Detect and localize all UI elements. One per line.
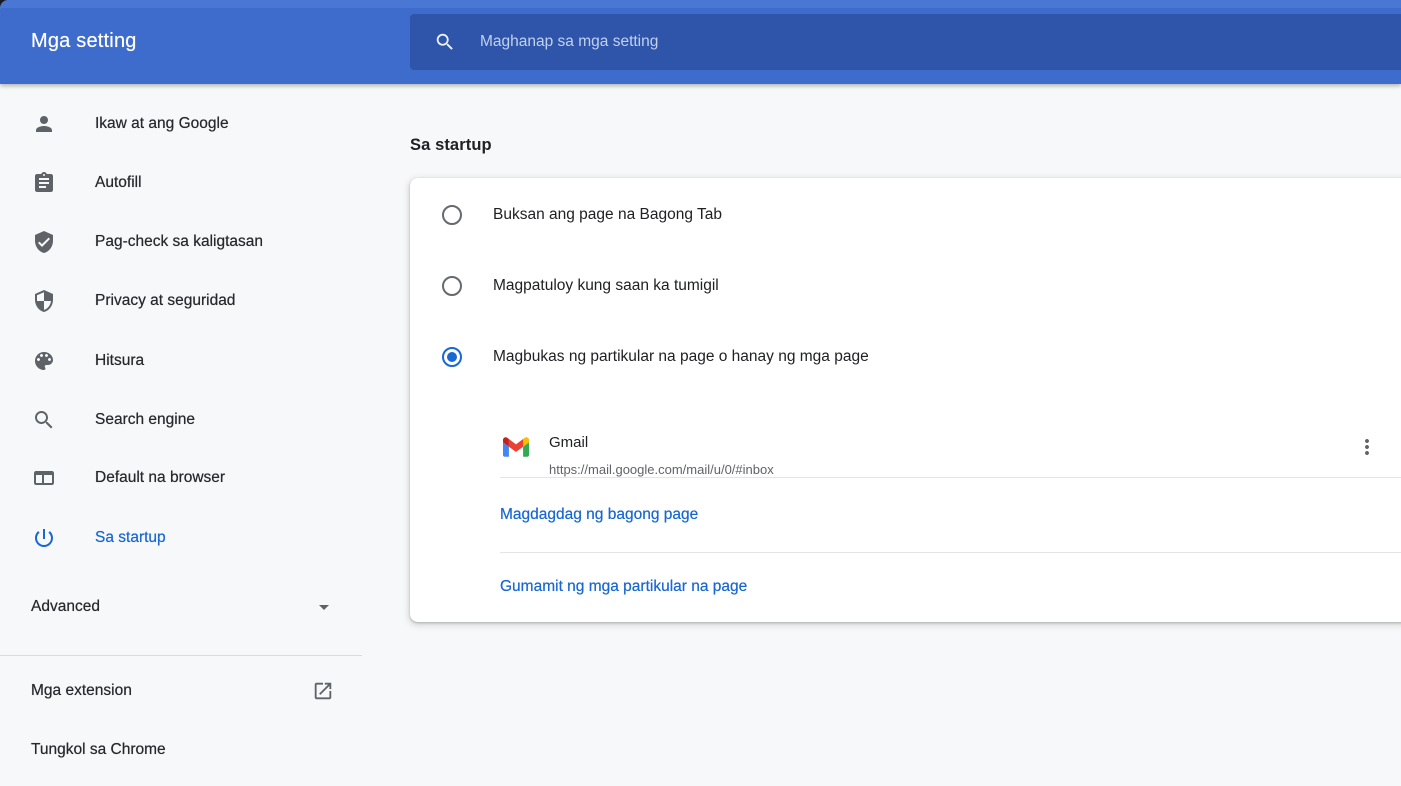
add-new-page-row: Magdagdag ng bagong page [410, 477, 1401, 552]
header: Mga setting [0, 0, 1401, 84]
sidebar-item-privacy[interactable]: Privacy at seguridad [0, 281, 362, 321]
sidebar-item-appearance[interactable]: Hitsura [0, 341, 362, 381]
more-vert-icon [1355, 435, 1379, 459]
sidebar-item-label: Mga extension [31, 682, 132, 700]
page-url-text: https://mail.google.com/mail/u/0/#inbox [549, 462, 774, 477]
clipboard-icon [32, 171, 56, 195]
sidebar-item-advanced[interactable]: Advanced [0, 587, 362, 627]
sidebar-item-search-engine[interactable]: Search engine [0, 400, 362, 440]
sidebar-item-default-browser[interactable]: Default na browser [0, 458, 362, 498]
startup-page-row: Gmail https://mail.google.com/mail/u/0/#… [410, 400, 1401, 477]
palette-icon [32, 349, 56, 373]
sidebar-item-label: Tungkol sa Chrome [31, 741, 166, 759]
sidebar-item-label: Autofill [95, 174, 142, 192]
search-icon [434, 31, 456, 53]
browser-icon [32, 466, 56, 490]
page-title: Mga setting [31, 30, 137, 53]
person-icon [32, 112, 56, 136]
magnifier-icon [32, 408, 56, 432]
radio-button[interactable] [442, 276, 462, 296]
radio-option-open-new-tab[interactable]: Buksan ang page na Bagong Tab [410, 191, 1401, 239]
sidebar-item-autofill[interactable]: Autofill [0, 163, 362, 203]
search-input[interactable] [478, 14, 1381, 70]
radio-button[interactable] [442, 347, 462, 367]
chevron-down-icon [312, 595, 336, 619]
more-actions-button[interactable] [1355, 435, 1379, 459]
startup-settings-card: Buksan ang page na Bagong Tab Magpatuloy… [410, 178, 1401, 622]
gmail-favicon [503, 437, 529, 457]
radio-option-open-specific-pages[interactable]: Magbukas ng partikular na page o hanay n… [410, 333, 1401, 381]
add-new-page-button[interactable]: Magdagdag ng bagong page [500, 506, 698, 524]
use-current-pages-row: Gumamit ng mga partikular na page [410, 552, 1401, 622]
sidebar-item-label: Hitsura [95, 352, 144, 370]
sidebar-item-label: Privacy at seguridad [95, 292, 235, 310]
settings-search[interactable] [410, 14, 1401, 70]
shield-check-icon [32, 230, 56, 254]
power-icon [32, 526, 56, 550]
sidebar-item-extensions[interactable]: Mga extension [0, 671, 362, 711]
sidebar-item-label: Default na browser [95, 469, 225, 487]
radio-option-label: Buksan ang page na Bagong Tab [493, 206, 722, 224]
sidebar-divider [0, 655, 362, 656]
radio-option-continue-where-left-off[interactable]: Magpatuloy kung saan ka tumigil [410, 262, 1401, 310]
sidebar-item-safety-check[interactable]: Pag-check sa kaligtasan [0, 222, 362, 262]
sidebar-item-label: Sa startup [95, 529, 166, 547]
main-content: Sa startup Buksan ang page na Bagong Tab… [380, 84, 1401, 786]
radio-option-label: Magpatuloy kung saan ka tumigil [493, 277, 719, 295]
sidebar-item-label: Pag-check sa kaligtasan [95, 233, 263, 251]
sidebar-item-label: Ikaw at ang Google [95, 115, 229, 133]
window-titlebar [0, 0, 1401, 8]
sidebar-item-you-and-google[interactable]: Ikaw at ang Google [0, 104, 362, 144]
section-title: Sa startup [410, 136, 492, 155]
sidebar: Ikaw at ang Google Autofill Pag-check sa… [0, 84, 380, 786]
shield-half-icon [32, 289, 56, 313]
use-current-pages-button[interactable]: Gumamit ng mga partikular na page [500, 578, 747, 596]
open-in-new-icon [312, 680, 334, 702]
sidebar-item-label: Search engine [95, 411, 195, 429]
sidebar-item-label: Advanced [31, 598, 100, 616]
page-title-text: Gmail [549, 434, 588, 451]
sidebar-item-on-startup[interactable]: Sa startup [0, 518, 362, 558]
sidebar-item-about-chrome[interactable]: Tungkol sa Chrome [0, 730, 362, 770]
radio-option-label: Magbukas ng partikular na page o hanay n… [493, 348, 869, 366]
radio-button[interactable] [442, 205, 462, 225]
